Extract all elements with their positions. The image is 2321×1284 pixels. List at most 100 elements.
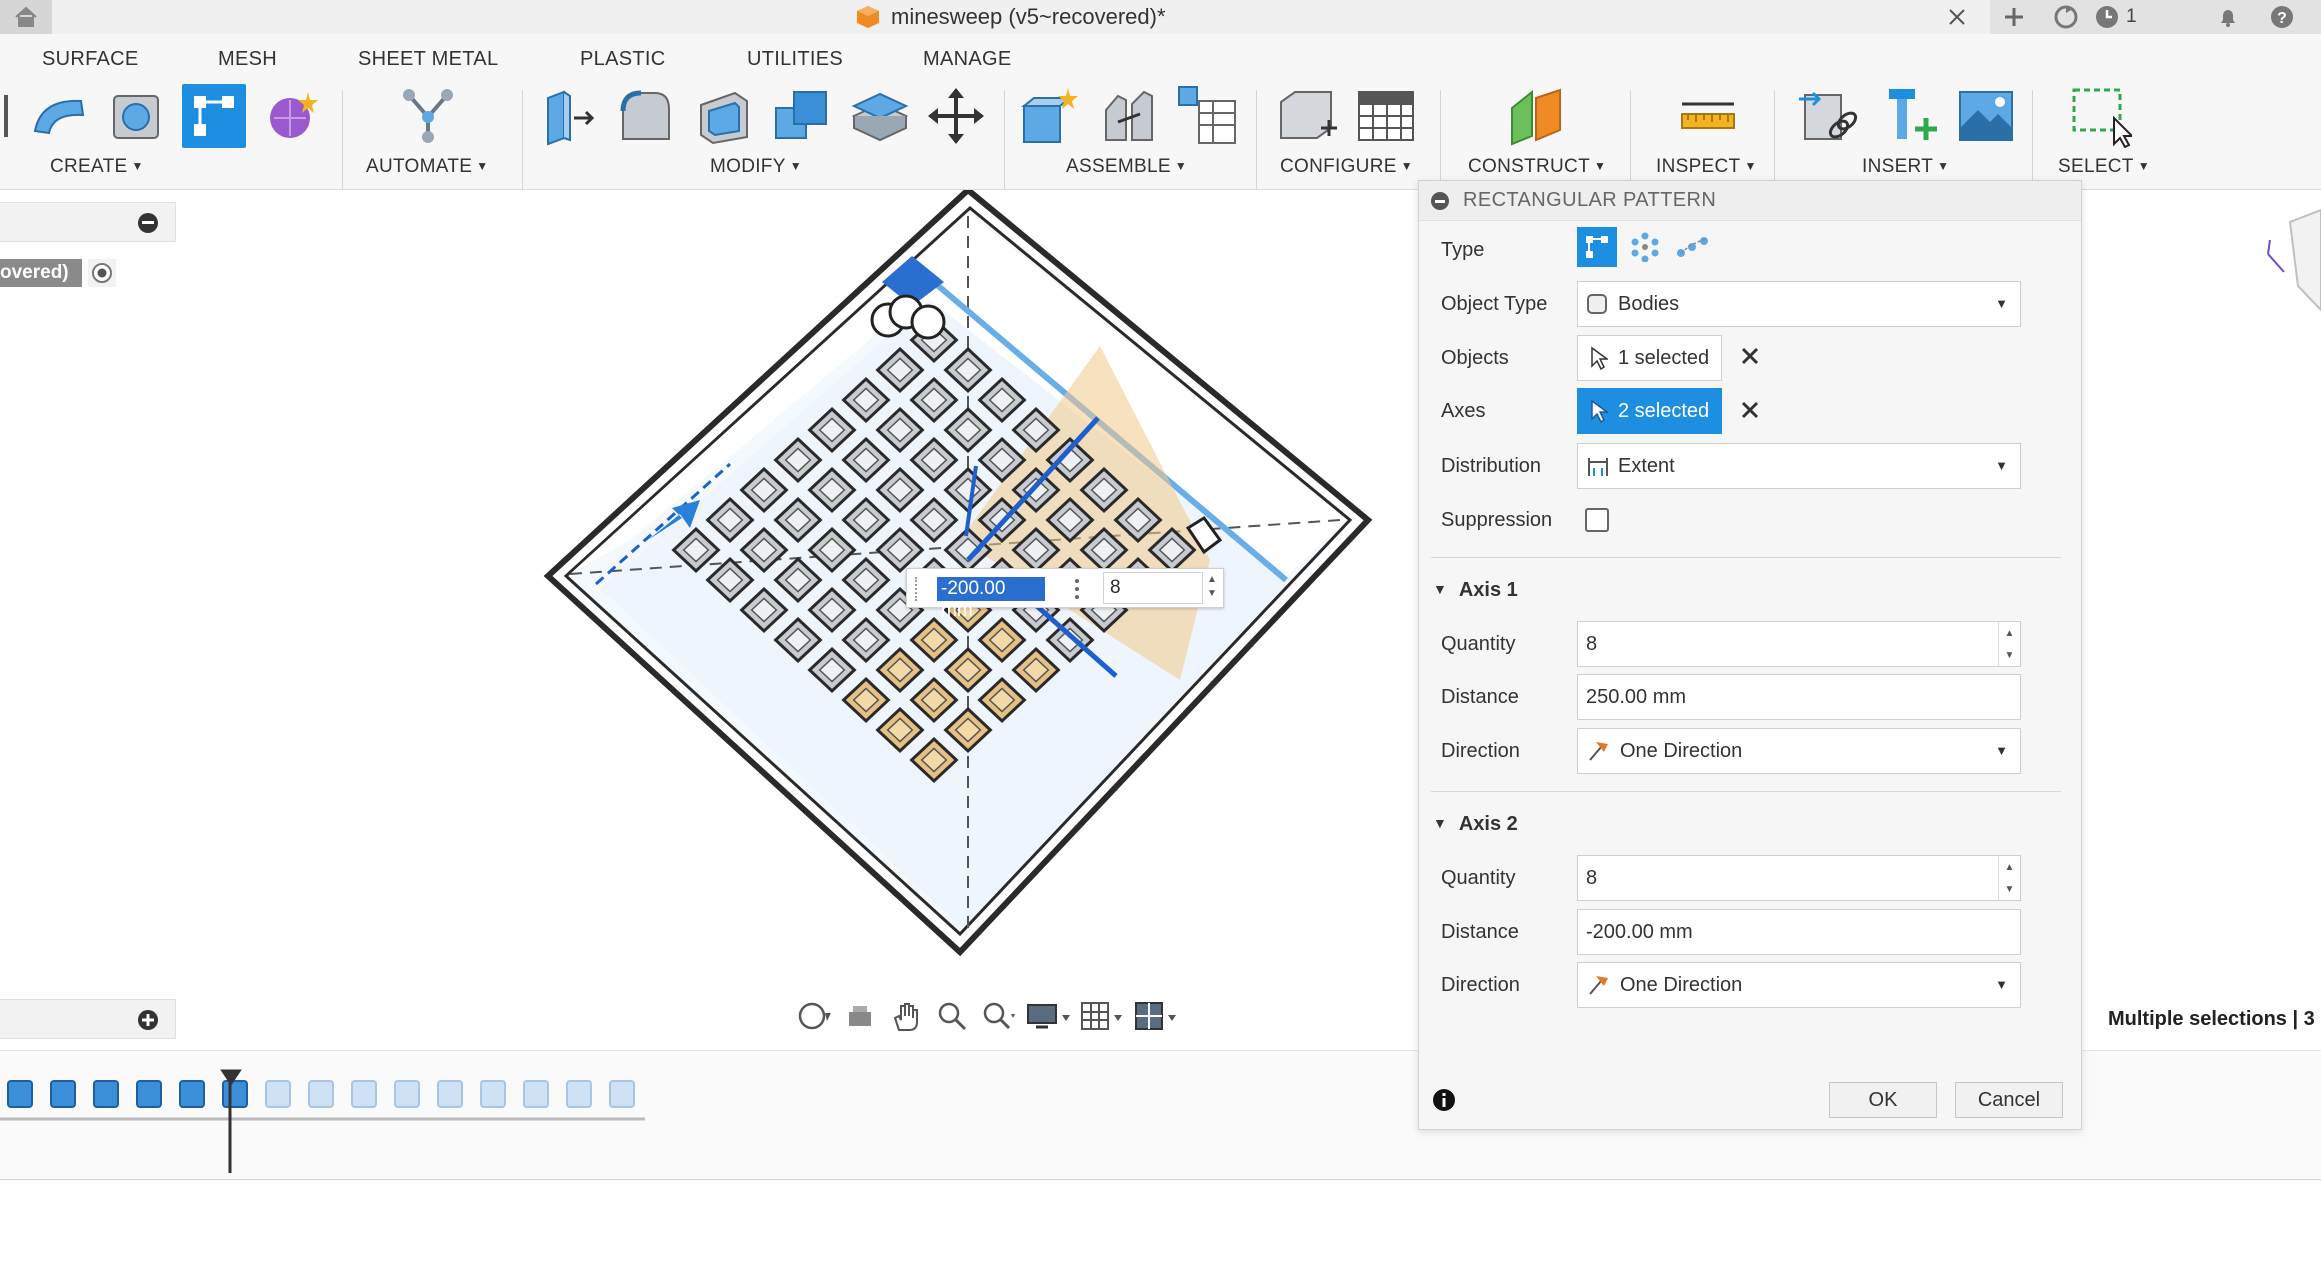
group-construct-label[interactable]: CONSTRUCT ▼ — [1468, 156, 1606, 178]
quantity-input[interactable]: 8 — [1103, 572, 1203, 604]
tab-utilities[interactable]: UTILITIES — [747, 48, 843, 71]
axis-2-direction-select[interactable]: One Direction ▼ — [1577, 962, 2021, 1008]
distribution-select[interactable]: Extent ▼ — [1577, 443, 2021, 489]
grid-settings-button[interactable] — [1078, 996, 1126, 1036]
timeline-feature[interactable] — [566, 1080, 592, 1108]
group-create-label[interactable]: CREATE ▼ — [50, 156, 144, 178]
info-button[interactable] — [1433, 1089, 1455, 1111]
group-inspect-label[interactable]: INSPECT ▼ — [1656, 156, 1757, 178]
tab-sheet-metal[interactable]: SHEET METAL — [358, 48, 498, 71]
activate-radio[interactable] — [88, 259, 116, 287]
axes-selector[interactable]: 2 selected — [1577, 388, 1723, 434]
zoom-button[interactable] — [932, 996, 972, 1036]
more-options-icon[interactable] — [1075, 577, 1079, 601]
suppression-checkbox[interactable] — [1585, 508, 1609, 532]
object-type-select[interactable]: Bodies ▼ — [1577, 281, 2021, 327]
offset-plane-tool[interactable] — [1504, 84, 1568, 148]
new-component-tool[interactable] — [1018, 84, 1082, 148]
timeline-feature[interactable] — [222, 1080, 248, 1108]
look-at-button[interactable] — [840, 996, 880, 1036]
axis-1-quantity-input[interactable]: 8 ▲ ▼ — [1577, 621, 2021, 667]
tab-plastic[interactable]: PLASTIC — [580, 48, 665, 71]
pan-button[interactable] — [886, 996, 926, 1036]
tab-mesh[interactable]: MESH — [218, 48, 277, 71]
timeline-feature[interactable] — [7, 1080, 33, 1108]
collapse-dialog-button[interactable] — [1431, 192, 1449, 210]
display-settings-button[interactable] — [1024, 996, 1072, 1036]
fit-button[interactable] — [978, 996, 1018, 1036]
axis-2-quantity-input[interactable]: 8 ▲ ▼ — [1577, 855, 2021, 901]
extensions-button[interactable]: 1 — [2094, 0, 2154, 34]
type-path-button[interactable] — [1673, 227, 1713, 267]
timeline-feature[interactable] — [394, 1080, 420, 1108]
quantity-stepper[interactable]: ▲ ▼ — [1207, 573, 1217, 601]
axis-1-distance-input[interactable]: 250.00 mm — [1577, 674, 2021, 720]
press-pull-tool[interactable] — [536, 84, 600, 148]
cancel-button[interactable]: Cancel — [1955, 1082, 2063, 1118]
drag-grip-icon[interactable] — [915, 577, 927, 601]
timeline-feature[interactable] — [93, 1080, 119, 1108]
hole-tool[interactable] — [104, 84, 168, 148]
objects-selector[interactable]: 1 selected — [1577, 335, 1723, 381]
timeline-feature[interactable] — [265, 1080, 291, 1108]
axis-1-section-header[interactable]: ▼ Axis 1 — [1433, 579, 1518, 602]
expand-comments-button[interactable] — [138, 1010, 158, 1030]
timeline-feature[interactable] — [308, 1080, 334, 1108]
axis-2-quantity-stepper[interactable]: ▲ ▼ — [1998, 856, 2020, 900]
clear-axes-button[interactable] — [1741, 395, 1759, 426]
joint-tool[interactable] — [1096, 84, 1160, 148]
type-circular-button[interactable] — [1625, 227, 1665, 267]
create-partial-tool[interactable] — [0, 84, 14, 148]
home-button[interactable] — [0, 0, 52, 34]
configuration-table-tool[interactable] — [1354, 84, 1418, 148]
distance-input[interactable]: -200.00 mm — [937, 577, 1045, 621]
timeline-feature[interactable] — [351, 1080, 377, 1108]
combine-tool[interactable] — [770, 84, 834, 148]
axis-2-section-header[interactable]: ▼ Axis 2 — [1433, 813, 1518, 836]
fillet-tool[interactable] — [614, 84, 678, 148]
axis-2-distance-input[interactable]: -200.00 mm — [1577, 909, 2021, 955]
orbit-button[interactable] — [794, 996, 834, 1036]
insert-mcmaster-tool[interactable] — [1878, 84, 1942, 148]
timeline-feature[interactable] — [480, 1080, 506, 1108]
clear-objects-button[interactable] — [1741, 341, 1759, 372]
new-tab-button[interactable] — [1994, 0, 2034, 34]
measure-tool[interactable] — [1676, 84, 1740, 148]
timeline-feature[interactable] — [523, 1080, 549, 1108]
group-select-label[interactable]: SELECT ▼ — [2058, 156, 2150, 178]
bill-of-materials-tool[interactable] — [1176, 84, 1240, 148]
offset-face-tool[interactable] — [848, 84, 912, 148]
create-form-tool[interactable] — [260, 84, 324, 148]
ok-button[interactable]: OK — [1829, 1082, 1937, 1118]
group-configure-label[interactable]: CONFIGURE ▼ — [1280, 156, 1413, 178]
collapse-browser-button[interactable] — [138, 213, 158, 233]
timeline-feature[interactable] — [50, 1080, 76, 1108]
browser-root-item[interactable]: overed) — [0, 259, 82, 287]
timeline-features[interactable] — [0, 1051, 700, 1181]
insert-derive-tool[interactable] — [1796, 84, 1860, 148]
timeline-feature[interactable] — [136, 1080, 162, 1108]
timeline-feature[interactable] — [437, 1080, 463, 1108]
job-status-button[interactable] — [2046, 0, 2086, 34]
axis-1-quantity-stepper[interactable]: ▲ ▼ — [1998, 622, 2020, 666]
sweep-tool[interactable] — [28, 84, 92, 148]
rectangular-pattern-tool[interactable] — [182, 84, 246, 148]
move-tool[interactable] — [924, 84, 988, 148]
group-modify-label[interactable]: MODIFY ▼ — [710, 156, 802, 178]
configure-tool[interactable] — [1276, 84, 1340, 148]
shell-tool[interactable] — [692, 84, 756, 148]
axis-1-direction-select[interactable]: One Direction ▼ — [1577, 728, 2021, 774]
group-automate-label[interactable]: AUTOMATE ▼ — [366, 156, 488, 178]
type-rectangular-button[interactable] — [1577, 227, 1617, 267]
close-tab-button[interactable] — [1940, 0, 1974, 34]
viewports-button[interactable] — [1132, 996, 1180, 1036]
insert-canvas-tool[interactable] — [1954, 84, 2018, 148]
group-insert-label[interactable]: INSERT ▼ — [1862, 156, 1949, 178]
timeline-feature[interactable] — [179, 1080, 205, 1108]
group-assemble-label[interactable]: ASSEMBLE ▼ — [1066, 156, 1187, 178]
tab-manage[interactable]: MANAGE — [923, 48, 1011, 71]
help-button[interactable]: ? — [2262, 0, 2302, 34]
timeline-feature[interactable] — [609, 1080, 635, 1108]
tab-surface[interactable]: SURFACE — [42, 48, 139, 71]
select-tool[interactable] — [2068, 84, 2132, 148]
